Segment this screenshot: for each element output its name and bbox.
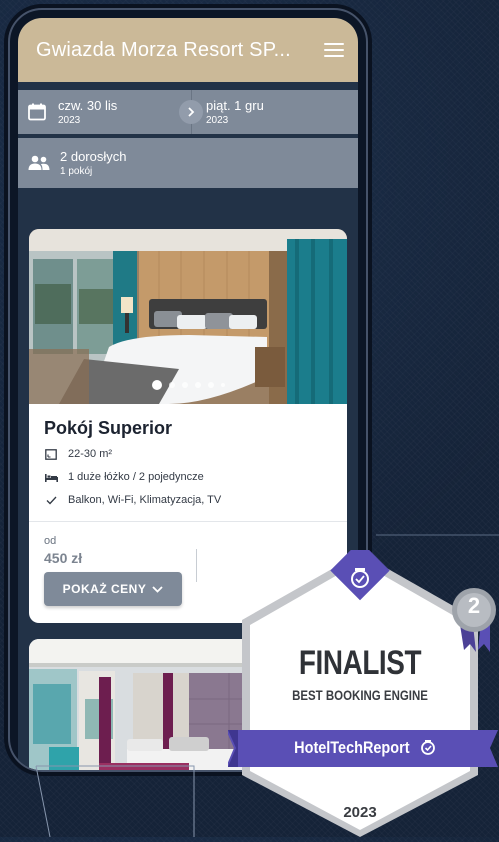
award-brand-text: HotelTechReport (294, 738, 410, 757)
carousel-dot[interactable] (207, 382, 214, 388)
room-title: Pokój Superior (44, 418, 173, 438)
award-year: 2023 (343, 804, 377, 821)
checkin-day: czw. 30 lis (58, 98, 118, 113)
award-title: FINALIST (298, 644, 422, 682)
checkout-year: 2023 (206, 115, 229, 126)
feature-amenities: Balkon, Wi-Fi, Klimatyzacja, TV (44, 493, 347, 507)
feature-beds: 1 duże łóżko / 2 pojedyncze (44, 470, 347, 484)
adults-count: 2 dorosłych (60, 149, 127, 164)
checkin-date-field[interactable]: czw. 30 lis 2023 (18, 90, 180, 134)
dates-row: czw. 30 lis 2023 piąt. 1 gru 2023 (18, 90, 358, 134)
award-subtitle: BEST BOOKING ENGINE (292, 687, 428, 703)
carousel-dot[interactable] (168, 382, 175, 388)
show-prices-label: POKAŻ CENY (62, 582, 147, 596)
calendar-icon (28, 103, 46, 121)
feature-area: 22-30 m² (44, 447, 347, 461)
carousel-dots (29, 380, 347, 390)
room-photo-carousel[interactable] (29, 229, 347, 404)
hoteltechreport-logo-icon (420, 740, 435, 755)
app-header: Gwiazda Morza Resort SP... (18, 18, 358, 82)
hotel-title: Gwiazda Morza Resort SP... (36, 38, 291, 61)
feature-beds-text: 1 duże łóżko / 2 pojedyncze (68, 471, 204, 483)
card-divider (29, 521, 347, 522)
chevron-down-icon (152, 585, 163, 593)
show-prices-button[interactable]: POKAŻ CENY (44, 572, 182, 606)
room-photo (29, 229, 347, 404)
people-icon (28, 155, 50, 170)
award-brand: HotelTechReport (228, 738, 492, 758)
price-divider (196, 549, 197, 582)
price-from-label: od (44, 535, 57, 547)
checkin-year: 2023 (58, 115, 81, 126)
checkout-date-field[interactable]: piąt. 1 gru 2023 (180, 90, 358, 134)
booking-panel: czw. 30 lis 2023 piąt. 1 gru 2023 2 doro… (18, 82, 358, 188)
decorative-lines (35, 765, 195, 837)
check-icon (44, 496, 58, 505)
rooms-count: 1 pokój (60, 166, 93, 177)
carousel-dot[interactable] (220, 383, 225, 387)
checkout-day: piąt. 1 gru (206, 98, 264, 113)
area-icon (44, 448, 58, 460)
guests-field[interactable]: 2 dorosłych 1 pokój (18, 138, 358, 188)
bed-icon (44, 473, 58, 482)
chevron-right-icon (179, 100, 203, 124)
hamburger-menu-icon[interactable] (324, 43, 344, 57)
feature-amenities-text: Balkon, Wi-Fi, Klimatyzacja, TV (68, 494, 222, 506)
award-rank: 2 (467, 593, 481, 618)
decorative-line-right (376, 534, 499, 536)
award-badge: 2 FINALIST BEST BOOKING ENGINE HotelTech… (226, 540, 498, 837)
feature-area-text: 22-30 m² (68, 448, 113, 460)
carousel-dot[interactable] (151, 380, 162, 390)
carousel-dot[interactable] (181, 382, 188, 388)
carousel-dot[interactable] (194, 382, 201, 388)
